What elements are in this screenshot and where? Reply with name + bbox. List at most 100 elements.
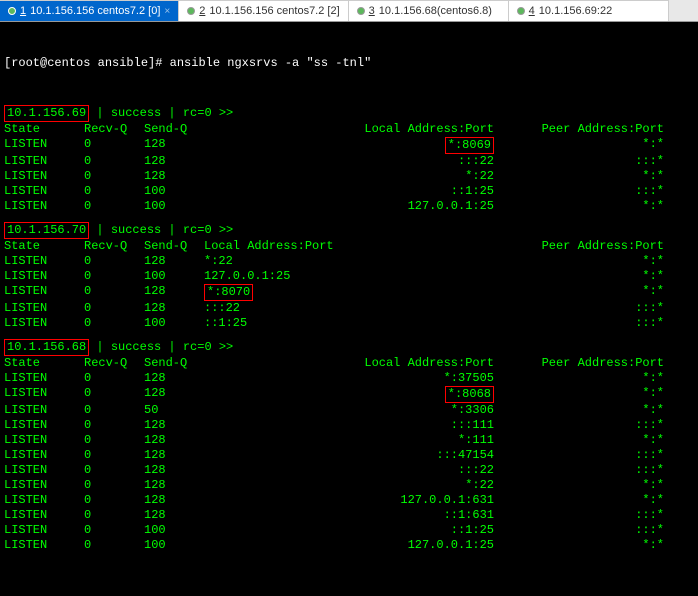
table-row: LISTEN0128:::22:::* — [4, 154, 664, 169]
table-row: LISTEN0100127.0.0.1:25*:* — [4, 199, 664, 214]
cell-recvq: 0 — [84, 418, 144, 433]
cell-sendq: 128 — [144, 169, 204, 184]
cell-sendq: 128 — [144, 301, 204, 316]
cell-sendq: 128 — [144, 137, 204, 154]
host-block-1: 10.1.156.70 | success | rc=0 >>StateRecv… — [4, 222, 694, 331]
socket-table: StateRecv-QSend-QLocal Address:PortPeer … — [4, 122, 664, 214]
tab-accelerator: 3 — [369, 5, 375, 17]
cell-sendq: 128 — [144, 418, 204, 433]
cell-peer: :::* — [504, 448, 664, 463]
cell-sendq: 128 — [144, 493, 204, 508]
host-result-header: 10.1.156.68 | success | rc=0 >> — [4, 339, 694, 356]
header-local: Local Address:Port — [204, 239, 504, 254]
cell-sendq: 128 — [144, 371, 204, 386]
prompt-line: [root@centos ansible]# ansible ngxsrvs -… — [4, 56, 694, 71]
cell-sendq: 100 — [144, 538, 204, 553]
cell-local: *:8069 — [204, 137, 504, 154]
header-sendq: Send-Q — [144, 122, 204, 137]
cell-peer: *:* — [504, 269, 664, 284]
tab-2[interactable]: 3 10.1.156.68(centos6.8) — [349, 0, 509, 21]
cell-sendq: 128 — [144, 448, 204, 463]
cell-peer: *:* — [504, 493, 664, 508]
cell-local: :::111 — [204, 418, 504, 433]
cell-recvq: 0 — [84, 137, 144, 154]
terminal-output: 10.1.156.69 | success | rc=0 >>StateRecv… — [4, 105, 694, 553]
table-row: LISTEN0100127.0.0.1:25*:* — [4, 538, 664, 553]
header-peer: Peer Address:Port — [504, 239, 664, 254]
tab-accelerator: 4 — [529, 5, 535, 17]
table-row: LISTEN0128:::111:::* — [4, 418, 664, 433]
table-row: LISTEN0128*:22*:* — [4, 169, 664, 184]
cell-sendq: 128 — [144, 508, 204, 523]
status-dot-icon — [8, 7, 16, 15]
cell-peer: :::* — [504, 463, 664, 478]
cell-recvq: 0 — [84, 493, 144, 508]
header-sendq: Send-Q — [144, 356, 204, 371]
cell-peer: *:* — [504, 371, 664, 386]
cell-state: LISTEN — [4, 184, 84, 199]
header-recvq: Recv-Q — [84, 239, 144, 254]
socket-table: StateRecv-QSend-QLocal Address:PortPeer … — [4, 356, 664, 553]
result-status: | success | rc=0 >> — [89, 106, 233, 120]
cell-peer: *:* — [504, 199, 664, 214]
cell-state: LISTEN — [4, 154, 84, 169]
header-state: State — [4, 239, 84, 254]
cell-local: ::1:25 — [204, 184, 504, 199]
tab-label: 10.1.156.68(centos6.8) — [379, 5, 492, 17]
table-row: LISTEN0100::1:25:::* — [4, 523, 664, 538]
cell-recvq: 0 — [84, 523, 144, 538]
terminal[interactable]: [root@centos ansible]# ansible ngxsrvs -… — [0, 22, 698, 580]
table-row: LISTEN0128*:8070*:* — [4, 284, 664, 301]
cell-sendq: 100 — [144, 523, 204, 538]
cell-sendq: 128 — [144, 478, 204, 493]
cell-sendq: 100 — [144, 269, 204, 284]
header-local: Local Address:Port — [204, 356, 504, 371]
tab-accelerator: 1 — [20, 5, 26, 17]
cell-state: LISTEN — [4, 137, 84, 154]
cell-sendq: 128 — [144, 463, 204, 478]
cell-state: LISTEN — [4, 371, 84, 386]
status-dot-icon — [187, 7, 195, 15]
table-row: LISTEN0100127.0.0.1:25*:* — [4, 269, 664, 284]
cell-state: LISTEN — [4, 269, 84, 284]
header-state: State — [4, 122, 84, 137]
highlighted-port: *:8070 — [204, 284, 253, 301]
table-header-row: StateRecv-QSend-QLocal Address:PortPeer … — [4, 356, 664, 371]
table-row: LISTEN0128*:111*:* — [4, 433, 664, 448]
cell-state: LISTEN — [4, 508, 84, 523]
cell-peer: :::* — [504, 301, 664, 316]
cell-local: *:8070 — [204, 284, 504, 301]
tab-3[interactable]: 4 10.1.156.69:22 — [509, 0, 669, 21]
cell-state: LISTEN — [4, 199, 84, 214]
cell-recvq: 0 — [84, 371, 144, 386]
shell-prompt: [root@centos ansible]# — [4, 56, 170, 70]
cell-state: LISTEN — [4, 493, 84, 508]
cell-state: LISTEN — [4, 301, 84, 316]
cell-local: *:22 — [204, 254, 504, 269]
tab-label: 10.1.156.156 centos7.2 [0] — [30, 5, 160, 17]
cell-sendq: 128 — [144, 433, 204, 448]
table-row: LISTEN0128127.0.0.1:631*:* — [4, 493, 664, 508]
status-dot-icon — [517, 7, 525, 15]
cell-recvq: 0 — [84, 269, 144, 284]
cell-peer: :::* — [504, 523, 664, 538]
table-row: LISTEN0128*:8069*:* — [4, 137, 664, 154]
tab-0[interactable]: 1 10.1.156.156 centos7.2 [0] × — [0, 0, 179, 21]
close-icon[interactable]: × — [164, 6, 170, 17]
cell-recvq: 0 — [84, 199, 144, 214]
result-status: | success | rc=0 >> — [89, 223, 233, 237]
cell-local: *:3306 — [204, 403, 504, 418]
cell-local: *:8068 — [204, 386, 504, 403]
table-row: LISTEN0128:::22:::* — [4, 463, 664, 478]
cell-state: LISTEN — [4, 523, 84, 538]
cell-recvq: 0 — [84, 154, 144, 169]
cell-recvq: 0 — [84, 284, 144, 301]
cell-peer: :::* — [504, 316, 664, 331]
tab-label: 10.1.156.156 centos7.2 [2] — [209, 5, 339, 17]
header-local: Local Address:Port — [204, 122, 504, 137]
cell-recvq: 0 — [84, 448, 144, 463]
tab-1[interactable]: 2 10.1.156.156 centos7.2 [2] — [179, 0, 348, 21]
host-result-header: 10.1.156.69 | success | rc=0 >> — [4, 105, 694, 122]
tab-accelerator: 2 — [199, 5, 205, 17]
cell-peer: *:* — [504, 254, 664, 269]
